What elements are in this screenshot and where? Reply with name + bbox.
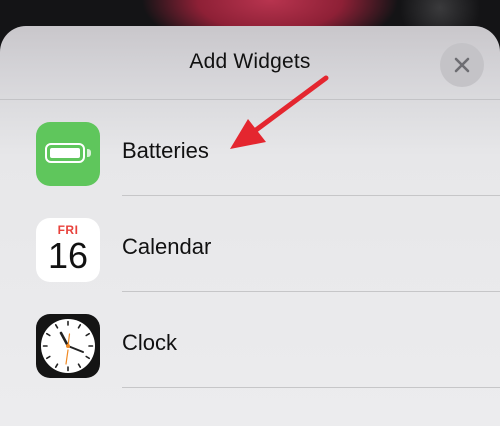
- battery-icon: [36, 122, 100, 186]
- close-icon: [454, 57, 470, 73]
- widget-label: Calendar: [122, 234, 212, 259]
- sheet-title: Add Widgets: [189, 50, 311, 73]
- calendar-date: 16: [47, 235, 89, 276]
- widget-item-clock[interactable]: Clock: [0, 292, 500, 388]
- close-button[interactable]: [440, 43, 484, 87]
- row-divider: [122, 387, 500, 388]
- widget-label: Batteries: [122, 138, 209, 163]
- widget-item-calendar[interactable]: FRI 16 Calendar: [0, 196, 500, 292]
- calendar-icon: FRI 16: [36, 218, 100, 282]
- red-arrow-icon: [230, 75, 329, 149]
- widget-label: Clock: [122, 330, 178, 355]
- clock-icon: [36, 314, 100, 378]
